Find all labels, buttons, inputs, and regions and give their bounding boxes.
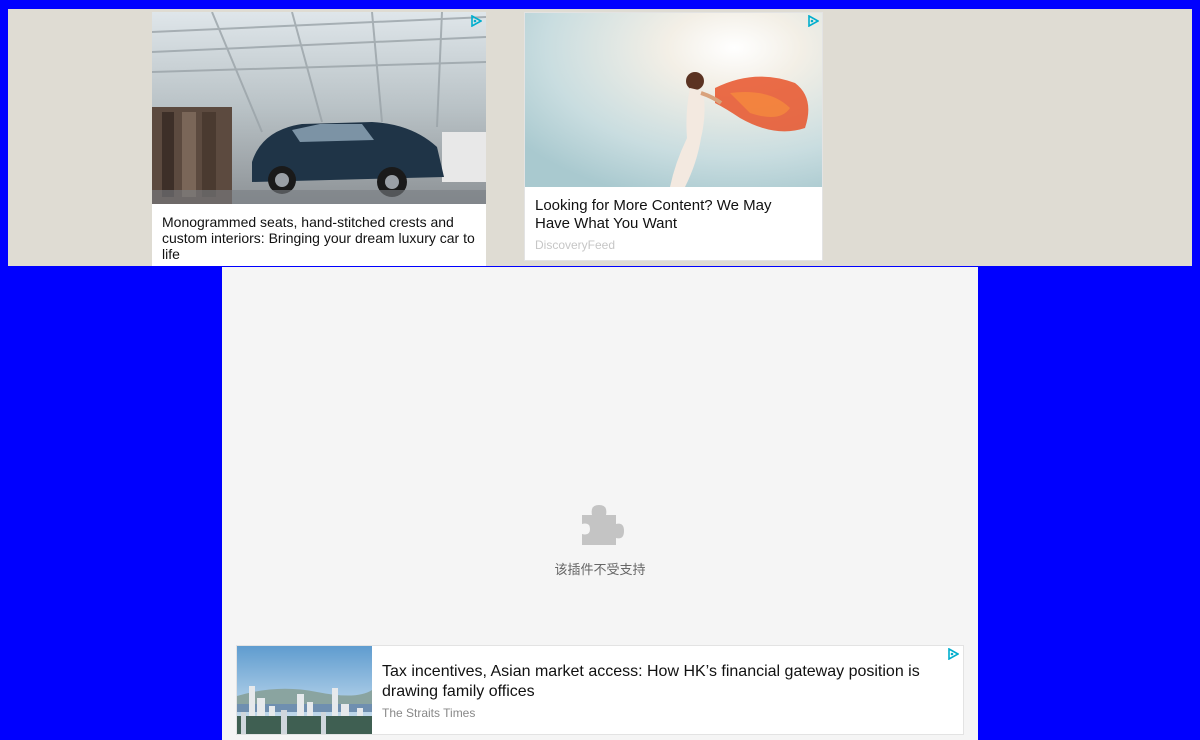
ad-title[interactable]: Monogrammed seats, hand-stitched crests …: [162, 214, 478, 262]
plugin-unsupported-message: 该插件不受支持: [554, 562, 646, 577]
ad-source[interactable]: The Straits Times: [382, 706, 475, 720]
woman-scarf-image[interactable]: [525, 13, 822, 187]
ad-title[interactable]: Looking for More Content? We May Have Wh…: [535, 197, 805, 233]
puzzle-piece-icon: [578, 501, 624, 547]
ad-source[interactable]: DiscoveryFeed: [535, 238, 615, 252]
hong-kong-skyline-image[interactable]: [237, 646, 372, 734]
adchoices-icon[interactable]: [807, 15, 819, 27]
ad-card-luxury-car[interactable]: Monogrammed seats, hand-stitched crests …: [152, 12, 486, 266]
ad-card-straits-times[interactable]: Tax incentives, Asian market access: How…: [236, 645, 964, 735]
ad-title[interactable]: Tax incentives, Asian market access: How…: [382, 662, 947, 702]
ad-card-discovery[interactable]: Looking for More Content? We May Have Wh…: [524, 12, 823, 261]
luxury-car-image[interactable]: [152, 12, 486, 204]
adchoices-icon[interactable]: [947, 648, 959, 660]
adchoices-icon[interactable]: [470, 15, 482, 27]
